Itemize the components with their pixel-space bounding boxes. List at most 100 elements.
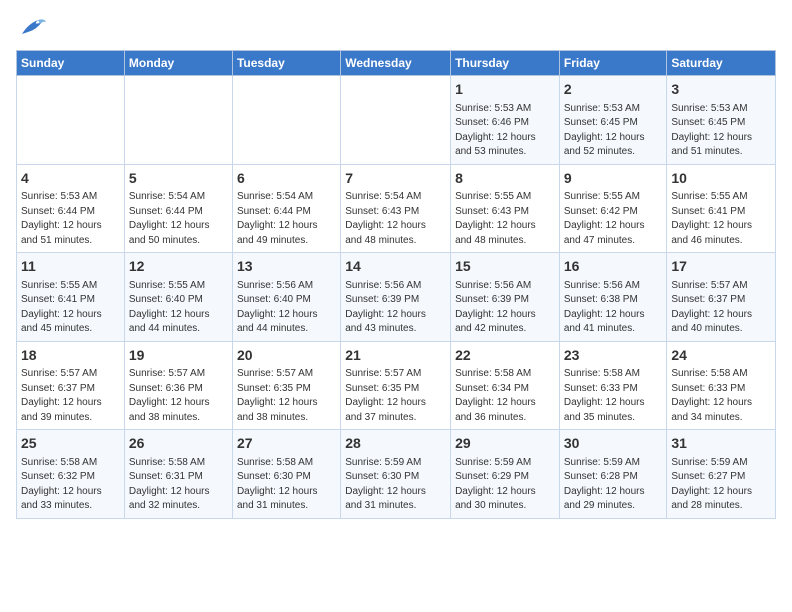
- calendar-cell: 2Sunrise: 5:53 AM Sunset: 6:45 PM Daylig…: [559, 76, 667, 165]
- calendar-cell: 1Sunrise: 5:53 AM Sunset: 6:46 PM Daylig…: [451, 76, 560, 165]
- week-row-2: 4Sunrise: 5:53 AM Sunset: 6:44 PM Daylig…: [17, 164, 776, 253]
- day-number: 21: [345, 346, 446, 366]
- calendar-cell: 31Sunrise: 5:59 AM Sunset: 6:27 PM Dayli…: [667, 430, 776, 519]
- day-info: Sunrise: 5:57 AM Sunset: 6:37 PM Dayligh…: [671, 279, 771, 337]
- calendar-cell: 18Sunrise: 5:57 AM Sunset: 6:37 PM Dayli…: [17, 341, 125, 430]
- calendar-cell: 12Sunrise: 5:55 AM Sunset: 6:40 PM Dayli…: [124, 253, 232, 342]
- page-header: [16, 16, 776, 38]
- calendar-cell: 24Sunrise: 5:58 AM Sunset: 6:33 PM Dayli…: [667, 341, 776, 430]
- calendar-cell: 3Sunrise: 5:53 AM Sunset: 6:45 PM Daylig…: [667, 76, 776, 165]
- day-number: 12: [129, 257, 228, 277]
- day-number: 26: [129, 434, 228, 454]
- day-info: Sunrise: 5:53 AM Sunset: 6:45 PM Dayligh…: [564, 102, 663, 160]
- day-info: Sunrise: 5:57 AM Sunset: 6:35 PM Dayligh…: [345, 367, 446, 425]
- day-number: 16: [564, 257, 663, 277]
- day-info: Sunrise: 5:55 AM Sunset: 6:40 PM Dayligh…: [129, 279, 228, 337]
- day-number: 27: [237, 434, 336, 454]
- day-number: 3: [671, 80, 771, 100]
- day-number: 10: [671, 169, 771, 189]
- calendar-table: SundayMondayTuesdayWednesdayThursdayFrid…: [16, 50, 776, 519]
- calendar-cell: 20Sunrise: 5:57 AM Sunset: 6:35 PM Dayli…: [232, 341, 340, 430]
- day-header-tuesday: Tuesday: [232, 51, 340, 76]
- day-info: Sunrise: 5:57 AM Sunset: 6:36 PM Dayligh…: [129, 367, 228, 425]
- calendar-cell: 29Sunrise: 5:59 AM Sunset: 6:29 PM Dayli…: [451, 430, 560, 519]
- calendar-cell: 28Sunrise: 5:59 AM Sunset: 6:30 PM Dayli…: [341, 430, 451, 519]
- day-number: 23: [564, 346, 663, 366]
- calendar-cell: 25Sunrise: 5:58 AM Sunset: 6:32 PM Dayli…: [17, 430, 125, 519]
- day-number: 4: [21, 169, 120, 189]
- day-info: Sunrise: 5:54 AM Sunset: 6:44 PM Dayligh…: [237, 190, 336, 248]
- calendar-cell: [341, 76, 451, 165]
- calendar-cell: 26Sunrise: 5:58 AM Sunset: 6:31 PM Dayli…: [124, 430, 232, 519]
- day-info: Sunrise: 5:58 AM Sunset: 6:33 PM Dayligh…: [671, 367, 771, 425]
- day-info: Sunrise: 5:54 AM Sunset: 6:44 PM Dayligh…: [129, 190, 228, 248]
- calendar-cell: 7Sunrise: 5:54 AM Sunset: 6:43 PM Daylig…: [341, 164, 451, 253]
- day-info: Sunrise: 5:55 AM Sunset: 6:41 PM Dayligh…: [21, 279, 120, 337]
- day-number: 15: [455, 257, 555, 277]
- day-number: 7: [345, 169, 446, 189]
- day-info: Sunrise: 5:56 AM Sunset: 6:38 PM Dayligh…: [564, 279, 663, 337]
- day-number: 20: [237, 346, 336, 366]
- day-number: 1: [455, 80, 555, 100]
- day-info: Sunrise: 5:55 AM Sunset: 6:43 PM Dayligh…: [455, 190, 555, 248]
- day-header-monday: Monday: [124, 51, 232, 76]
- day-info: Sunrise: 5:53 AM Sunset: 6:45 PM Dayligh…: [671, 102, 771, 160]
- calendar-cell: [124, 76, 232, 165]
- calendar-cell: 10Sunrise: 5:55 AM Sunset: 6:41 PM Dayli…: [667, 164, 776, 253]
- day-info: Sunrise: 5:59 AM Sunset: 6:30 PM Dayligh…: [345, 456, 446, 514]
- day-info: Sunrise: 5:57 AM Sunset: 6:35 PM Dayligh…: [237, 367, 336, 425]
- calendar-cell: 9Sunrise: 5:55 AM Sunset: 6:42 PM Daylig…: [559, 164, 667, 253]
- calendar-cell: 4Sunrise: 5:53 AM Sunset: 6:44 PM Daylig…: [17, 164, 125, 253]
- week-row-4: 18Sunrise: 5:57 AM Sunset: 6:37 PM Dayli…: [17, 341, 776, 430]
- day-number: 5: [129, 169, 228, 189]
- calendar-cell: 21Sunrise: 5:57 AM Sunset: 6:35 PM Dayli…: [341, 341, 451, 430]
- day-info: Sunrise: 5:58 AM Sunset: 6:33 PM Dayligh…: [564, 367, 663, 425]
- day-number: 13: [237, 257, 336, 277]
- calendar-cell: 15Sunrise: 5:56 AM Sunset: 6:39 PM Dayli…: [451, 253, 560, 342]
- calendar-cell: 8Sunrise: 5:55 AM Sunset: 6:43 PM Daylig…: [451, 164, 560, 253]
- day-info: Sunrise: 5:59 AM Sunset: 6:27 PM Dayligh…: [671, 456, 771, 514]
- day-info: Sunrise: 5:53 AM Sunset: 6:46 PM Dayligh…: [455, 102, 555, 160]
- day-number: 24: [671, 346, 771, 366]
- calendar-cell: 13Sunrise: 5:56 AM Sunset: 6:40 PM Dayli…: [232, 253, 340, 342]
- day-header-friday: Friday: [559, 51, 667, 76]
- day-info: Sunrise: 5:56 AM Sunset: 6:39 PM Dayligh…: [345, 279, 446, 337]
- calendar-cell: 14Sunrise: 5:56 AM Sunset: 6:39 PM Dayli…: [341, 253, 451, 342]
- day-number: 2: [564, 80, 663, 100]
- week-row-1: 1Sunrise: 5:53 AM Sunset: 6:46 PM Daylig…: [17, 76, 776, 165]
- calendar-cell: 16Sunrise: 5:56 AM Sunset: 6:38 PM Dayli…: [559, 253, 667, 342]
- calendar-cell: 17Sunrise: 5:57 AM Sunset: 6:37 PM Dayli…: [667, 253, 776, 342]
- day-header-row: SundayMondayTuesdayWednesdayThursdayFrid…: [17, 51, 776, 76]
- day-header-thursday: Thursday: [451, 51, 560, 76]
- calendar-cell: 23Sunrise: 5:58 AM Sunset: 6:33 PM Dayli…: [559, 341, 667, 430]
- calendar-cell: 6Sunrise: 5:54 AM Sunset: 6:44 PM Daylig…: [232, 164, 340, 253]
- day-number: 14: [345, 257, 446, 277]
- day-number: 11: [21, 257, 120, 277]
- calendar-cell: [232, 76, 340, 165]
- day-info: Sunrise: 5:56 AM Sunset: 6:40 PM Dayligh…: [237, 279, 336, 337]
- day-header-wednesday: Wednesday: [341, 51, 451, 76]
- day-info: Sunrise: 5:55 AM Sunset: 6:41 PM Dayligh…: [671, 190, 771, 248]
- day-info: Sunrise: 5:58 AM Sunset: 6:32 PM Dayligh…: [21, 456, 120, 514]
- day-number: 19: [129, 346, 228, 366]
- calendar-cell: 19Sunrise: 5:57 AM Sunset: 6:36 PM Dayli…: [124, 341, 232, 430]
- calendar-cell: 11Sunrise: 5:55 AM Sunset: 6:41 PM Dayli…: [17, 253, 125, 342]
- day-number: 18: [21, 346, 120, 366]
- day-info: Sunrise: 5:58 AM Sunset: 6:30 PM Dayligh…: [237, 456, 336, 514]
- calendar-cell: [17, 76, 125, 165]
- day-info: Sunrise: 5:55 AM Sunset: 6:42 PM Dayligh…: [564, 190, 663, 248]
- day-info: Sunrise: 5:58 AM Sunset: 6:31 PM Dayligh…: [129, 456, 228, 514]
- day-info: Sunrise: 5:59 AM Sunset: 6:28 PM Dayligh…: [564, 456, 663, 514]
- day-info: Sunrise: 5:58 AM Sunset: 6:34 PM Dayligh…: [455, 367, 555, 425]
- day-info: Sunrise: 5:59 AM Sunset: 6:29 PM Dayligh…: [455, 456, 555, 514]
- day-header-saturday: Saturday: [667, 51, 776, 76]
- day-info: Sunrise: 5:54 AM Sunset: 6:43 PM Dayligh…: [345, 190, 446, 248]
- logo: [16, 16, 46, 38]
- day-number: 28: [345, 434, 446, 454]
- day-info: Sunrise: 5:56 AM Sunset: 6:39 PM Dayligh…: [455, 279, 555, 337]
- day-number: 31: [671, 434, 771, 454]
- day-number: 30: [564, 434, 663, 454]
- day-number: 25: [21, 434, 120, 454]
- day-number: 22: [455, 346, 555, 366]
- day-info: Sunrise: 5:53 AM Sunset: 6:44 PM Dayligh…: [21, 190, 120, 248]
